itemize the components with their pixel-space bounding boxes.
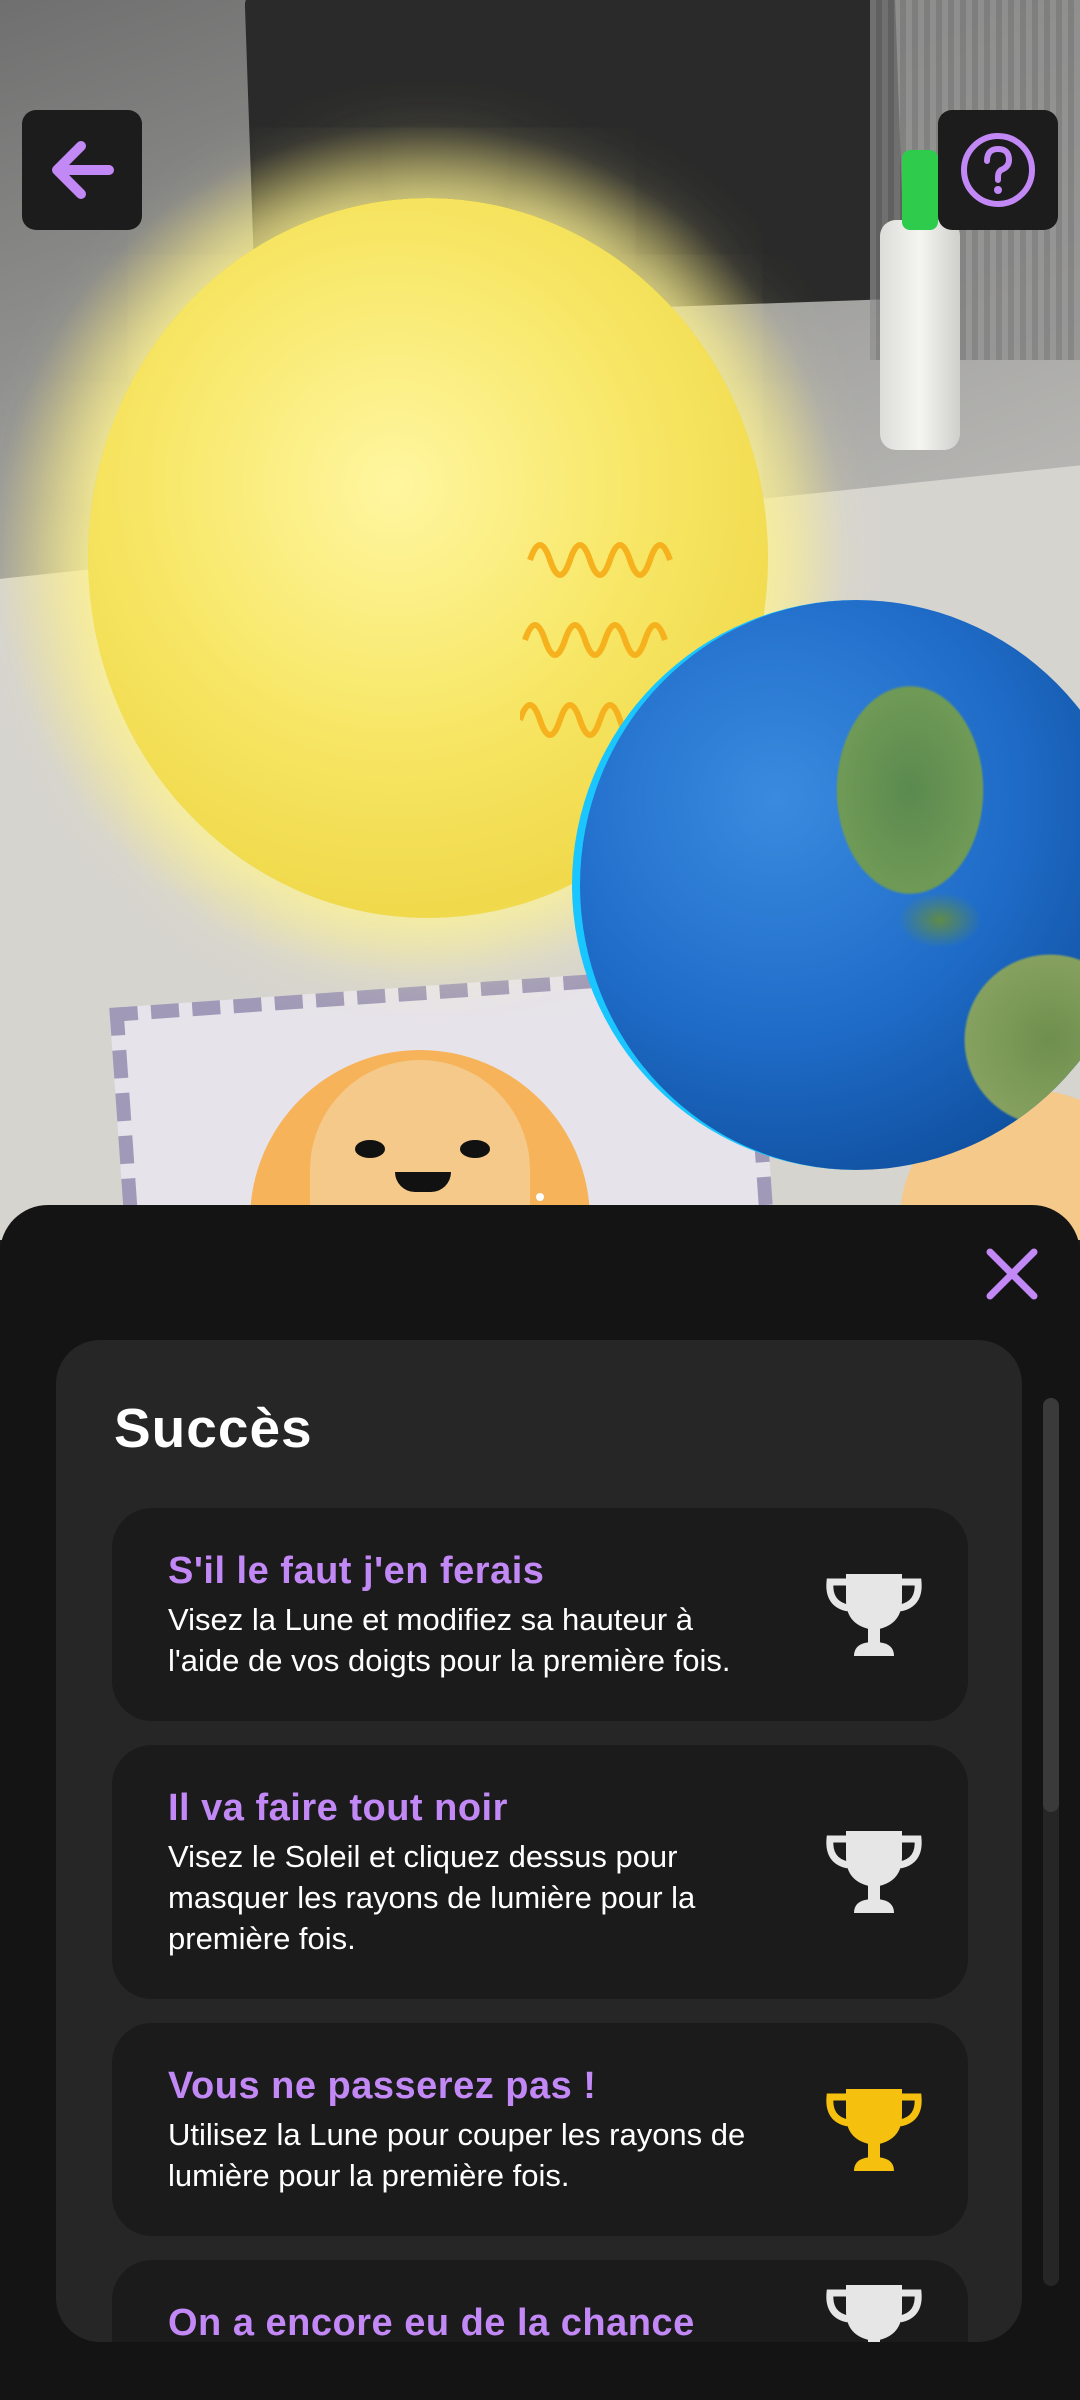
- close-icon: [986, 1248, 1038, 1300]
- trophy-icon: [826, 2088, 922, 2171]
- achievements-list[interactable]: S'il le faut j'en ferais Visez la Lune e…: [112, 1508, 968, 2342]
- achievement-title: Il va faire tout noir: [168, 1787, 508, 1829]
- achievement-item: Il va faire tout noir Visez le Soleil et…: [112, 1745, 968, 1999]
- achievement-description: Visez la Lune et modifiez sa hauteur à l…: [168, 1602, 731, 1678]
- achievement-item: On a encore eu de la chance: [112, 2260, 968, 2342]
- panel-title: Succès: [114, 1397, 313, 1459]
- trophy-icon: [826, 1831, 922, 1913]
- achievements-panel: Succès S'il le faut j'en ferais Visez la…: [56, 1340, 1022, 2342]
- trophy-icon: [826, 2284, 922, 2342]
- back-button[interactable]: [22, 110, 142, 230]
- ar-camera-view[interactable]: [0, 0, 1080, 1240]
- achievement-description: Utilisez la Lune pour couper les rayons …: [168, 2117, 746, 2193]
- achievement-description: Visez le Soleil et cliquez dessus pour m…: [168, 1839, 696, 1956]
- arrow-left-icon: [52, 141, 114, 199]
- sheet-drag-indicator[interactable]: [536, 1193, 544, 1201]
- achievement-title: On a encore eu de la chance: [168, 2302, 695, 2342]
- question-circle-icon: [961, 133, 1035, 207]
- close-button[interactable]: [982, 1244, 1042, 1304]
- achievement-item: Vous ne passerez pas ! Utilisez la Lune …: [112, 2023, 968, 2236]
- scrollbar[interactable]: [1043, 1398, 1059, 2286]
- help-button[interactable]: [938, 110, 1058, 230]
- achievement-title: S'il le faut j'en ferais: [168, 1550, 545, 1592]
- trophy-icon: [826, 1573, 922, 1656]
- scrollbar-thumb[interactable]: [1043, 1398, 1059, 1812]
- background-bottle: [880, 150, 960, 450]
- achievement-title: Vous ne passerez pas !: [168, 2065, 597, 2107]
- achievement-item: S'il le faut j'en ferais Visez la Lune e…: [112, 1508, 968, 1721]
